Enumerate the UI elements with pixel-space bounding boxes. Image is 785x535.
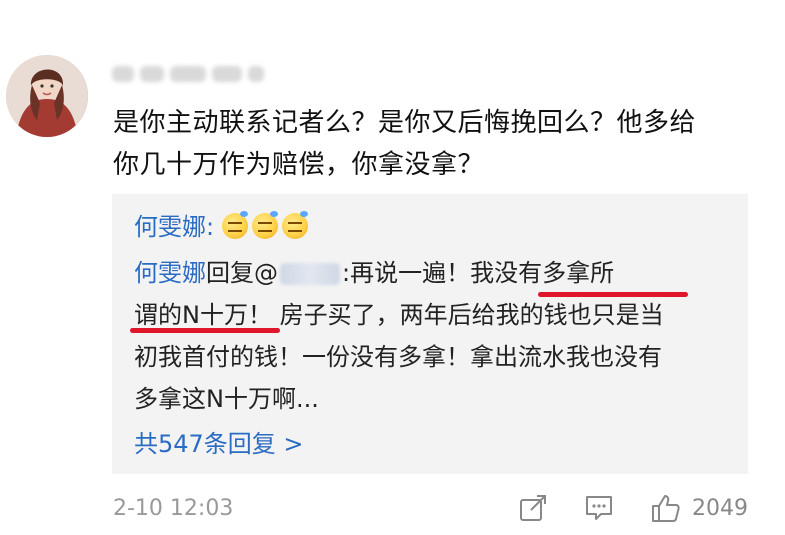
comment-line-2: 你几十万作为赔偿，你拿没拿？: [113, 150, 485, 180]
reply-text-line: 初我首付的钱！一份没有多拿！拿出流水我也没有: [134, 343, 662, 371]
reply-author[interactable]: 何雯娜: [134, 259, 206, 287]
comment-line-1: 是你主动联系记者么？是你又后悔挽回么？他多给: [113, 108, 697, 138]
reply-prefix: 回复@: [206, 259, 278, 287]
reply-after-name: :再说一遍！: [342, 259, 471, 287]
emoji-icon: [281, 211, 308, 239]
share-button[interactable]: [518, 492, 548, 524]
reply-emphasis-2: 谓的N十万！: [134, 301, 272, 329]
avatar[interactable]: [6, 55, 88, 137]
reply-item[interactable]: 何雯娜回复@ :再说一遍！我没有多拿所: [134, 252, 614, 294]
reply-author[interactable]: 何雯娜:: [134, 213, 214, 241]
comment-icon: [584, 493, 614, 523]
emoji-icon: [221, 211, 248, 239]
red-underline: [130, 328, 280, 333]
comment-time: 2-10 12:03: [113, 496, 234, 521]
username-obscured[interactable]: [112, 64, 267, 84]
like-count: 2049: [692, 495, 748, 521]
more-replies-link[interactable]: 共547条回复 >: [134, 424, 304, 464]
emoji-icon: [251, 211, 278, 239]
share-icon: [518, 493, 548, 523]
like-button[interactable]: 2049: [650, 492, 748, 524]
comment-text: 是你主动联系记者么？是你又后悔挽回么？他多给 你几十万作为赔偿，你拿没拿？: [113, 102, 763, 186]
mention-obscured[interactable]: [280, 263, 340, 285]
comment-button[interactable]: [584, 492, 614, 524]
reply-line-2-rest: 房子买了，两年后给我的钱也只是当: [271, 301, 664, 329]
reply-item[interactable]: 何雯娜:: [134, 206, 312, 248]
reply-emphasis-1: 我没有多拿所: [470, 259, 615, 287]
reply-text-line: 多拿这N十万啊...: [134, 385, 319, 413]
like-icon: [650, 493, 682, 523]
